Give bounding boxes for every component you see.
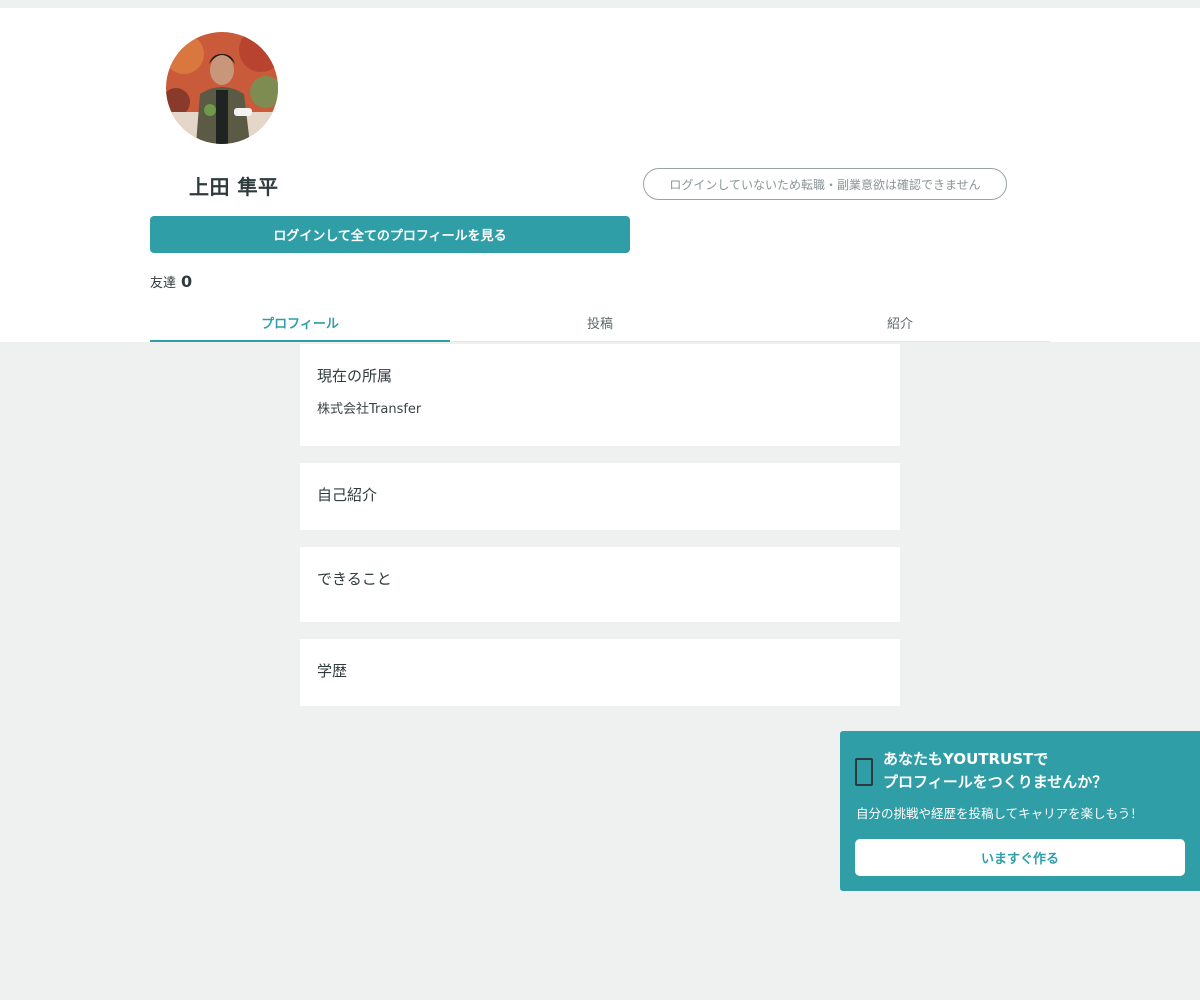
phone-icon — [855, 758, 873, 786]
job-intent-notice: ログインしていないため転職・副業意欲は確認できません — [643, 168, 1007, 200]
login-view-profile-button[interactable]: ログインして全てのプロフィールを見る — [150, 216, 630, 253]
cta-title-line1: あなたもYOUTRUSTで — [883, 750, 1049, 768]
affiliation-title: 現在の所属 — [317, 367, 393, 385]
friends-count[interactable]: 友達 0 — [150, 272, 192, 291]
user-name: 上田 隼平 — [189, 175, 279, 199]
intro-title: 自己紹介 — [317, 486, 378, 504]
cta-title-line2: プロフィールをつくりませんか？ — [883, 773, 1108, 791]
cta-subtitle: 自分の挑戦や経歴を投稿してキャリアを楽しもう！ — [856, 806, 1143, 821]
affiliation-card: 現在の所属 株式会社Transfer — [300, 344, 900, 446]
top-strip — [0, 0, 1200, 8]
intro-card: 自己紹介 — [300, 463, 900, 530]
tab-profile[interactable]: プロフィール — [150, 303, 450, 342]
skills-title: できること — [317, 570, 392, 588]
friends-label: 友達 — [150, 276, 177, 291]
education-title: 学歴 — [317, 662, 348, 680]
cta-title: あなたもYOUTRUSTで プロフィールをつくりませんか？ — [883, 748, 1107, 794]
profile-tabs: プロフィール 投稿 紹介 — [150, 303, 1050, 342]
tab-referrals[interactable]: 紹介 — [750, 303, 1050, 341]
affiliation-value: 株式会社Transfer — [317, 402, 422, 417]
education-card: 学歴 — [300, 639, 900, 706]
friends-number: 0 — [181, 272, 193, 291]
create-now-button[interactable]: いますぐ作る — [855, 839, 1185, 876]
skills-card: できること — [300, 547, 900, 622]
avatar — [166, 32, 278, 144]
signup-cta-banner: あなたもYOUTRUSTで プロフィールをつくりませんか？ 自分の挑戦や経歴を投… — [840, 731, 1200, 891]
profile-header: 上田 隼平 ログインしていないため転職・副業意欲は確認できません ログインして全… — [0, 8, 1200, 342]
tab-posts[interactable]: 投稿 — [450, 303, 750, 341]
